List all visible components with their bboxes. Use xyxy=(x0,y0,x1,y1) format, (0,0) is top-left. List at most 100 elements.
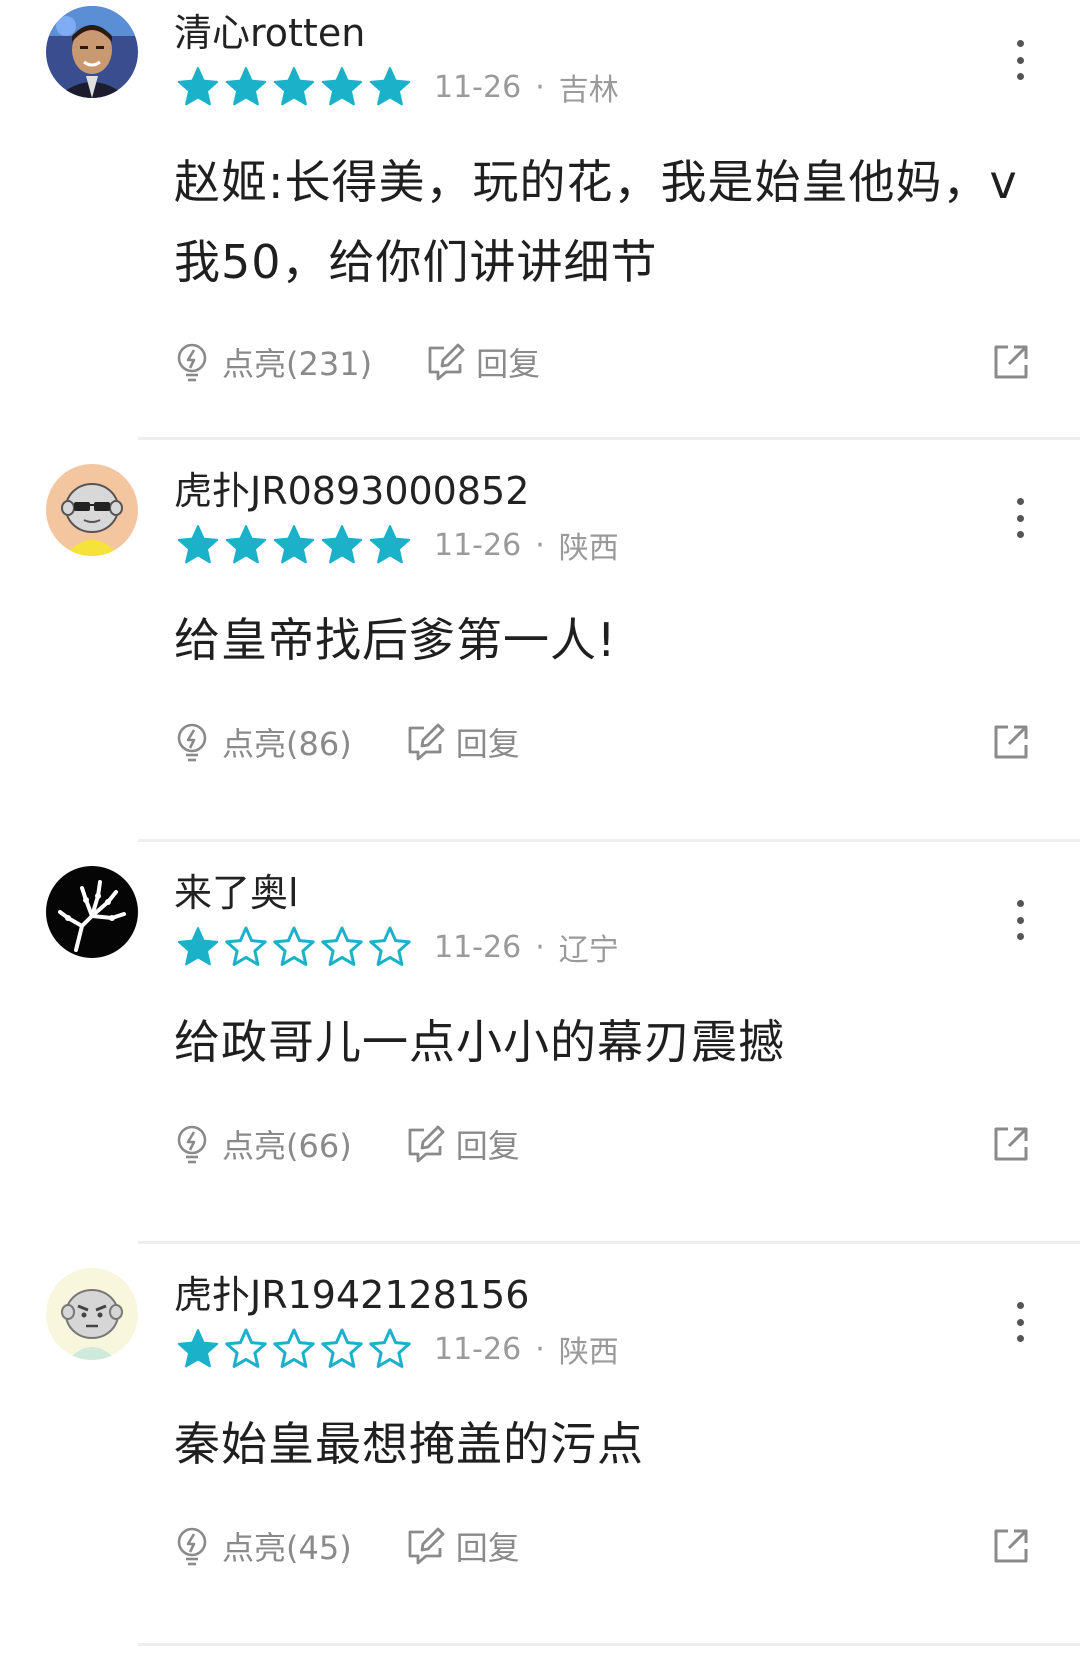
star-filled-icon xyxy=(177,1329,219,1368)
meta-row: 11-26 · 陕西 xyxy=(176,1324,619,1374)
like-label: 点亮(45) xyxy=(222,1529,352,1567)
star-outline-icon xyxy=(369,926,411,966)
comment-region: 吉林 xyxy=(558,73,619,108)
comment-content: 给皇帝找后爹第一人! xyxy=(174,600,1034,680)
avatar[interactable] xyxy=(46,1268,138,1360)
username[interactable]: 虎扑JR1942128156 xyxy=(174,1272,529,1318)
share-icon xyxy=(994,1127,1028,1161)
like-button[interactable]: 点亮(231) xyxy=(174,339,372,385)
star-rating xyxy=(176,1327,416,1371)
more-vertical-icon[interactable] xyxy=(1010,1302,1030,1342)
meta-separator: · xyxy=(535,1331,545,1367)
reply-label: 回复 xyxy=(455,1127,520,1165)
comment-item: 虎扑JR1942128156 11-26 · 陕西 秦始皇最想掩盖的污点 点亮(… xyxy=(0,1244,1080,1646)
star-filled-icon xyxy=(321,525,363,564)
meta-row: 11-26 · 吉林 xyxy=(176,62,619,112)
comment-region: 辽宁 xyxy=(558,933,619,968)
avatar-cartoon-angry xyxy=(46,1268,138,1360)
comment-date: 11-26 xyxy=(434,929,522,965)
action-bar: 点亮(231) 回复 xyxy=(174,332,1030,392)
username[interactable]: 来了奥l xyxy=(174,870,299,916)
star-outline-icon xyxy=(321,1328,363,1368)
share-button[interactable] xyxy=(992,343,1030,381)
star-filled-icon xyxy=(369,67,411,106)
star-filled-icon xyxy=(177,67,219,106)
meta-separator: · xyxy=(535,69,545,105)
avatar-skeleton-hand xyxy=(46,866,138,958)
username[interactable]: 清心rotten xyxy=(174,10,365,56)
comment-content: 秦始皇最想掩盖的污点 xyxy=(174,1404,1034,1484)
username[interactable]: 虎扑JR0893000852 xyxy=(174,468,529,514)
comment-content: 赵姬:长得美，玩的花，我是始皇他妈，v 我50，给你们讲讲细节 xyxy=(174,142,1034,302)
like-button[interactable]: 点亮(86) xyxy=(174,719,352,765)
content-line: 赵姬:长得美，玩的花，我是始皇他妈，v xyxy=(174,155,1018,209)
meta-separator: · xyxy=(535,929,545,965)
star-filled-icon xyxy=(177,525,219,564)
share-button[interactable] xyxy=(992,723,1030,761)
comment-date: 11-26 xyxy=(434,1331,522,1367)
action-bar: 点亮(86) 回复 xyxy=(174,712,1030,772)
share-icon xyxy=(994,345,1028,379)
reply-button[interactable]: 回复 xyxy=(404,719,520,765)
star-filled-icon xyxy=(273,525,315,564)
comment-item: 虎扑JR0893000852 11-26 · 陕西 给皇帝找后爹第一人! 点亮(… xyxy=(0,440,1080,842)
star-outline-icon xyxy=(225,1328,267,1368)
more-vertical-icon[interactable] xyxy=(1010,498,1030,538)
more-vertical-icon[interactable] xyxy=(1010,900,1030,940)
like-button[interactable]: 点亮(45) xyxy=(174,1523,352,1569)
comment-item: 来了奥l 11-26 · 辽宁 给政哥儿一点小小的幕刃震撼 点亮(66) 回复 xyxy=(0,842,1080,1244)
meta-row: 11-26 · 陕西 xyxy=(176,520,619,570)
star-outline-icon xyxy=(273,926,315,966)
star-outline-icon xyxy=(225,926,267,966)
comment-region: 陕西 xyxy=(558,1335,619,1370)
content-line: 给政哥儿一点小小的幕刃震撼 xyxy=(174,1015,785,1069)
avatar[interactable] xyxy=(46,464,138,556)
comment-date: 11-26 xyxy=(434,69,522,105)
lightbulb-icon xyxy=(177,723,207,762)
comment-region: 陕西 xyxy=(558,531,619,566)
star-rating xyxy=(176,523,416,567)
edit-icon xyxy=(408,1125,445,1163)
edit-icon xyxy=(408,1527,445,1565)
divider xyxy=(138,1643,1080,1646)
star-filled-icon xyxy=(321,67,363,106)
reply-button[interactable]: 回复 xyxy=(424,339,540,385)
comment-item: 清心rotten 11-26 · 吉林 赵姬:长得美，玩的花，我是始皇他妈，v … xyxy=(0,0,1080,440)
reply-button[interactable]: 回复 xyxy=(404,1121,520,1167)
like-button[interactable]: 点亮(66) xyxy=(174,1121,352,1167)
like-label: 点亮(231) xyxy=(222,345,373,383)
meta-row: 11-26 · 辽宁 xyxy=(176,922,619,972)
star-outline-icon xyxy=(369,1328,411,1368)
content-line: 秦始皇最想掩盖的污点 xyxy=(174,1417,644,1471)
like-label: 点亮(66) xyxy=(222,1127,352,1165)
content-line: 给皇帝找后爹第一人! xyxy=(174,613,617,667)
edit-icon xyxy=(428,343,465,381)
avatar[interactable] xyxy=(46,866,138,958)
like-label: 点亮(86) xyxy=(222,725,352,763)
avatar-person-photo xyxy=(46,6,138,98)
more-vertical-icon[interactable] xyxy=(1010,40,1030,80)
action-bar: 点亮(66) 回复 xyxy=(174,1114,1030,1174)
share-button[interactable] xyxy=(992,1125,1030,1163)
star-outline-icon xyxy=(321,926,363,966)
reply-button[interactable]: 回复 xyxy=(404,1523,520,1569)
reply-label: 回复 xyxy=(476,345,541,383)
star-rating xyxy=(176,65,416,109)
comment-date: 11-26 xyxy=(434,527,522,563)
reply-label: 回复 xyxy=(455,1529,520,1567)
meta-separator: · xyxy=(535,527,545,563)
share-button[interactable] xyxy=(992,1527,1030,1565)
lightbulb-icon xyxy=(177,343,207,382)
avatar-cartoon-sunglasses xyxy=(46,464,138,556)
share-icon xyxy=(994,1529,1028,1563)
reply-label: 回复 xyxy=(455,725,520,763)
share-icon xyxy=(994,725,1028,759)
avatar[interactable] xyxy=(46,6,138,98)
star-filled-icon xyxy=(225,525,267,564)
edit-icon xyxy=(408,723,445,761)
action-bar: 点亮(45) 回复 xyxy=(174,1516,1030,1576)
comment-content: 给政哥儿一点小小的幕刃震撼 xyxy=(174,1002,1034,1082)
comment-feed: 清心rotten 11-26 · 吉林 赵姬:长得美，玩的花，我是始皇他妈，v … xyxy=(0,0,1080,1646)
star-filled-icon xyxy=(177,927,219,966)
lightbulb-icon xyxy=(177,1527,207,1566)
